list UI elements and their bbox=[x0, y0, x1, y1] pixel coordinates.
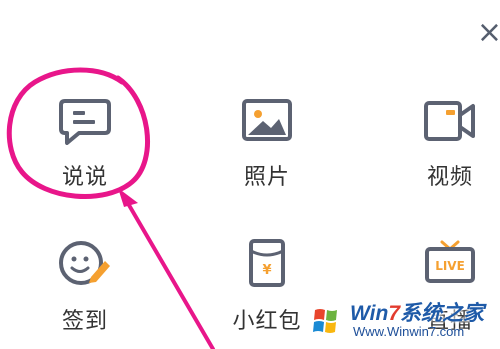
action-shuoshuo[interactable]: 说说 bbox=[30, 97, 140, 191]
action-label: 签到 bbox=[61, 309, 108, 334]
close-button[interactable]: × bbox=[477, 18, 500, 48]
action-label: 照片 bbox=[243, 165, 290, 190]
check-in-face-icon bbox=[59, 241, 110, 285]
live-tv-icon: LIVE bbox=[425, 240, 475, 283]
action-label: 说说 bbox=[61, 165, 108, 190]
watermark-title: Win7系统之家 bbox=[350, 302, 484, 325]
message-icon bbox=[59, 99, 111, 145]
red-packet-icon: ¥ bbox=[249, 239, 285, 287]
svg-text:LIVE: LIVE bbox=[435, 259, 465, 273]
action-photo[interactable]: 照片 bbox=[212, 97, 322, 191]
action-video[interactable]: 视频 bbox=[395, 97, 500, 191]
video-camera-icon bbox=[424, 101, 475, 141]
watermark-url: Www.Winwin7.com bbox=[353, 324, 465, 339]
action-check-in[interactable]: 签到 bbox=[30, 237, 140, 335]
svg-text:¥: ¥ bbox=[262, 263, 271, 278]
action-label: 视频 bbox=[426, 165, 473, 190]
photo-icon bbox=[242, 99, 292, 141]
